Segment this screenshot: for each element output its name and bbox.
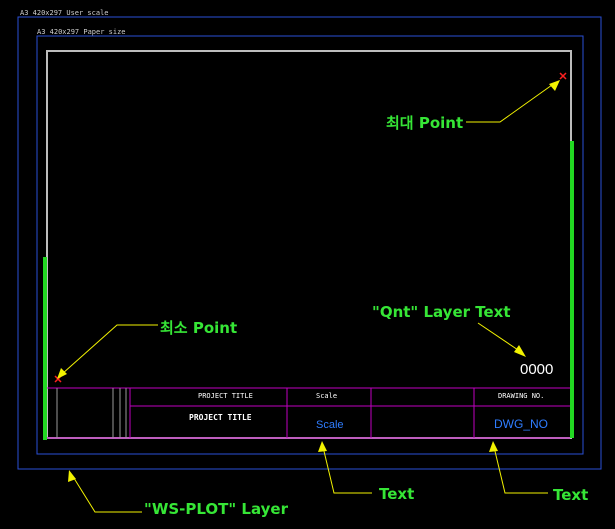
drawing-border bbox=[46, 50, 572, 439]
project-title-value: PROJECT TITLE bbox=[189, 413, 252, 422]
min-point-callout: 최소 Point bbox=[160, 319, 238, 337]
min-point-leader bbox=[61, 324, 158, 375]
max-point-marker bbox=[559, 72, 567, 80]
text-scale-arrowhead bbox=[318, 441, 327, 452]
max-point-leader bbox=[466, 84, 553, 123]
project-title-header: PROJECT TITLE bbox=[198, 392, 253, 400]
scale-header: Scale bbox=[316, 392, 338, 400]
max-point-callout: 최대 Point bbox=[386, 114, 464, 132]
qnt-counter-text: 0000 bbox=[520, 361, 554, 378]
ws-plot-layer-callout: "WS-PLOT" Layer bbox=[144, 500, 288, 518]
left-green-strip bbox=[43, 257, 47, 440]
text-scale-callout: Text bbox=[379, 485, 415, 503]
user-scale-label: A3 420x297 User scale bbox=[20, 9, 109, 17]
title-block-frame bbox=[47, 387, 570, 439]
title-block-logo-cell bbox=[56, 388, 127, 438]
qnt-leader bbox=[477, 322, 522, 353]
drawing-no-header: DRAWING NO. bbox=[498, 392, 545, 400]
max-point-arrowhead bbox=[549, 80, 560, 91]
right-green-strip bbox=[570, 141, 574, 438]
scale-value: Scale bbox=[316, 419, 344, 431]
user-scale-frame bbox=[17, 16, 602, 470]
text-dwg-arrowhead bbox=[489, 441, 498, 452]
ws-plot-leader bbox=[71, 474, 142, 513]
qnt-arrowhead bbox=[514, 345, 526, 357]
drawing-no-value: DWG_NO bbox=[494, 417, 548, 431]
paper-size-label: A3 420x297 Paper size bbox=[37, 28, 126, 36]
cad-drawing-canvas bbox=[17, 16, 602, 513]
qnt-layer-callout: "Qnt" Layer Text bbox=[372, 303, 511, 321]
min-point-arrowhead bbox=[57, 368, 67, 379]
text-dwg-callout: Text bbox=[553, 486, 589, 504]
